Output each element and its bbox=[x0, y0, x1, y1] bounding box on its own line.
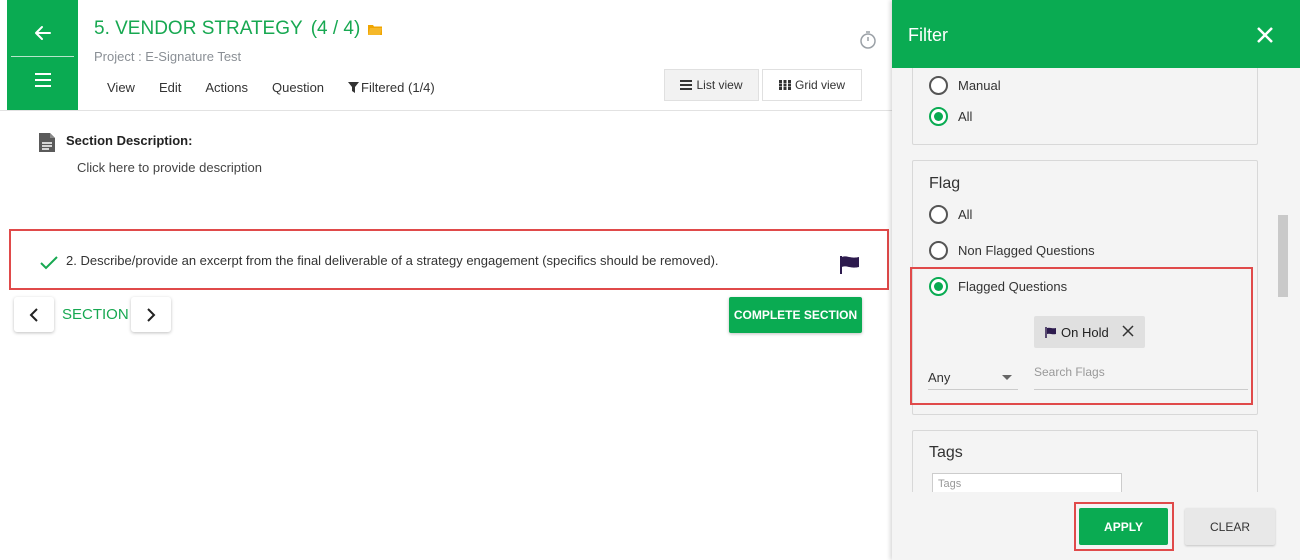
filter-header: Filter bbox=[892, 0, 1300, 68]
list-view-label: List view bbox=[696, 78, 743, 92]
back-button[interactable] bbox=[7, 10, 78, 56]
previous-section-button[interactable] bbox=[14, 297, 54, 332]
remove-chip-icon[interactable] bbox=[1121, 324, 1135, 338]
flag-card-title: Flag bbox=[929, 175, 961, 192]
apply-button[interactable]: APPLY bbox=[1079, 508, 1168, 545]
divider bbox=[11, 56, 74, 57]
menu-edit[interactable]: Edit bbox=[159, 80, 181, 95]
flag-icon bbox=[1045, 326, 1056, 338]
filtered-label: Filtered (1/4) bbox=[361, 80, 435, 95]
page-title: 5. VENDOR STRATEGY (4 / 4) bbox=[94, 18, 383, 40]
chevron-left-icon bbox=[29, 307, 38, 322]
menu-question[interactable]: Question bbox=[272, 80, 324, 95]
header-divider bbox=[0, 110, 892, 111]
search-flags-input[interactable]: Search Flags bbox=[1034, 362, 1248, 390]
menu-bar: View Edit Actions Question Filtered (1/4… bbox=[107, 80, 483, 95]
close-icon[interactable] bbox=[1256, 26, 1274, 44]
section-description: Section Description: Click here to provi… bbox=[38, 132, 262, 175]
filter-icon bbox=[348, 82, 360, 93]
radio-button-selected[interactable] bbox=[929, 107, 948, 126]
section-description-input[interactable]: Click here to provide description bbox=[77, 160, 262, 175]
radio-all[interactable]: All bbox=[929, 107, 972, 126]
menu-filtered[interactable]: Filtered (1/4) bbox=[348, 80, 459, 95]
caret-down-icon bbox=[1002, 375, 1012, 380]
hamburger-menu-button[interactable] bbox=[7, 60, 78, 100]
project-name: Project : E-Signature Test bbox=[94, 49, 242, 64]
arrow-left-icon bbox=[34, 26, 51, 40]
clear-button[interactable]: CLEAR bbox=[1185, 508, 1275, 545]
flag-icon[interactable] bbox=[840, 256, 860, 274]
document-icon bbox=[39, 133, 55, 152]
menu-actions[interactable]: Actions bbox=[205, 80, 248, 95]
select-value: Any bbox=[928, 370, 951, 385]
radio-label: Non Flagged Questions bbox=[958, 243, 1095, 258]
tags-card-title: Tags bbox=[929, 444, 963, 461]
grid-icon bbox=[778, 80, 791, 90]
stopwatch-icon bbox=[860, 31, 876, 49]
next-section-button[interactable] bbox=[131, 297, 171, 332]
section-description-label: Section Description: bbox=[66, 133, 193, 148]
section-title: 5. VENDOR STRATEGY bbox=[94, 18, 303, 39]
flag-match-select[interactable]: Any bbox=[928, 364, 1018, 390]
list-view-button[interactable]: List view bbox=[664, 69, 759, 101]
chip-label: On Hold bbox=[1061, 324, 1109, 340]
hamburger-icon bbox=[34, 73, 51, 87]
checkmark-icon bbox=[40, 256, 58, 270]
radio-manual[interactable]: Manual bbox=[929, 76, 1001, 95]
section-nav-label: SECTION bbox=[62, 306, 129, 323]
chevron-right-icon bbox=[147, 307, 156, 322]
filter-panel: Manual All Flag All Non Flagged Question… bbox=[892, 0, 1300, 560]
radio-button[interactable] bbox=[929, 205, 948, 224]
radio-flag-all[interactable]: All bbox=[929, 205, 972, 224]
left-nav-block bbox=[7, 0, 78, 110]
filter-type-card: Manual All bbox=[912, 60, 1258, 145]
radio-label: All bbox=[958, 109, 973, 124]
filter-title: Filter bbox=[908, 25, 948, 45]
grid-view-label: Grid view bbox=[794, 78, 845, 92]
complete-section-button[interactable]: COMPLETE SECTION bbox=[729, 297, 862, 333]
menu-view[interactable]: View bbox=[107, 80, 135, 95]
question-text: 2. Describe/provide an excerpt from the … bbox=[66, 253, 719, 268]
question-count: (4 / 4) bbox=[310, 18, 361, 39]
radio-non-flagged[interactable]: Non Flagged Questions bbox=[929, 241, 1095, 260]
radio-label: Manual bbox=[958, 78, 1001, 93]
radio-label: All bbox=[958, 207, 973, 222]
scrollbar-thumb[interactable] bbox=[1278, 215, 1288, 297]
question-row[interactable]: 2. Describe/provide an excerpt from the … bbox=[9, 229, 889, 290]
folder-icon bbox=[368, 25, 383, 35]
radio-button[interactable] bbox=[929, 76, 948, 95]
radio-button[interactable] bbox=[929, 241, 948, 260]
flag-chip: On Hold bbox=[1034, 316, 1145, 348]
list-icon bbox=[680, 80, 693, 90]
timer-button[interactable] bbox=[858, 30, 878, 55]
grid-view-button[interactable]: Grid view bbox=[762, 69, 862, 101]
